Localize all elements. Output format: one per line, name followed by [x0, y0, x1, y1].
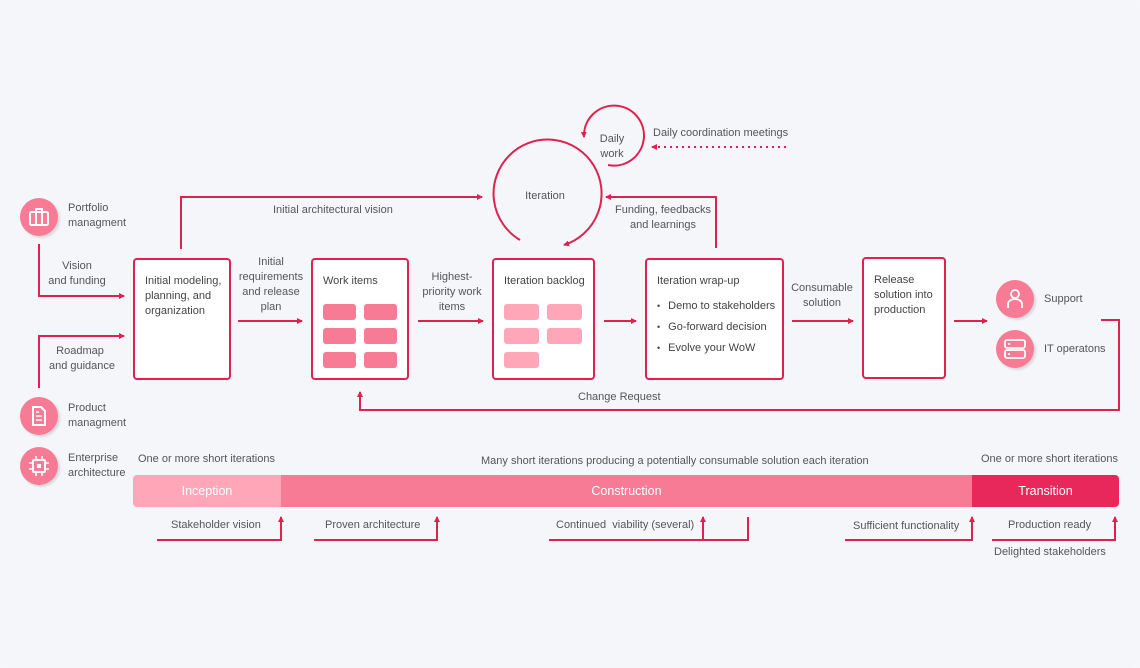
work-item [323, 328, 356, 344]
work-item [364, 328, 397, 344]
transition-note: One or more short iterations [981, 453, 1118, 465]
work-item [364, 352, 397, 368]
backlog-item [547, 304, 582, 320]
work-item [323, 304, 356, 320]
highest-label-2: priority work [422, 286, 482, 298]
release-line-1: Release [874, 274, 915, 286]
wrapup-bullet: Evolve your WoW [657, 338, 775, 359]
highest-label-3: items [438, 301, 466, 313]
product-label-1: Product [68, 402, 106, 414]
document-icon [32, 406, 46, 426]
phase-transition-label: Transition [1018, 484, 1073, 498]
init-req-label-1: Initial [258, 256, 284, 268]
change-request-label: Change Request [578, 391, 661, 403]
phase-construction-label: Construction [591, 484, 662, 498]
daily-work-label-1: Daily [599, 133, 625, 145]
backlog-item [504, 328, 539, 344]
highest-label-1: Highest- [431, 271, 473, 283]
funding-label-2: and learnings [629, 219, 697, 231]
briefcase-icon [29, 208, 49, 226]
init-req-label-3: and release [242, 286, 300, 298]
initial-modeling-line-1: Initial modeling, [145, 275, 222, 287]
wrapup-title: Iteration wrap-up [657, 275, 740, 287]
chip-icon [29, 456, 49, 476]
milestone-stakeholder-vision-label: Stakeholder vision [171, 519, 261, 531]
iteration-backlog-box: Iteration backlog [492, 258, 595, 380]
enterprise-label-1: Enterprise [68, 452, 119, 464]
backlog-item [504, 304, 539, 320]
initial-modeling-line-3: organization [145, 305, 205, 317]
phase-transition: Transition [972, 475, 1119, 507]
initial-modeling-box: Initial modeling, planning, and organiza… [133, 258, 231, 380]
backlog-item [504, 352, 539, 368]
iteration-label: Iteration [525, 190, 565, 202]
daily-coordination-label: Daily coordination meetings [653, 127, 789, 139]
support-circle [996, 280, 1034, 318]
milestone-proven-architecture-label: Proven architecture [325, 519, 421, 531]
portfolio-label-2: managment [68, 217, 127, 229]
init-req-label-2: requirements [238, 271, 304, 283]
daily-work-label-2: work [600, 148, 624, 160]
work-items-box: Work items [311, 258, 409, 380]
user-icon [1007, 289, 1023, 308]
work-items-title: Work items [323, 275, 378, 287]
initial-modeling-line-2: planning, and [145, 290, 212, 302]
server-icon [1004, 339, 1026, 359]
milestone-production-ready-label: Production ready [1008, 519, 1092, 531]
release-line-3: production [874, 304, 926, 316]
iteration-wrapup-box: Iteration wrap-up Demo to stakeholders G… [645, 258, 784, 380]
milestone-continued-viability-label: Continued viability (several) [556, 519, 695, 531]
phase-inception-label: Inception [181, 484, 233, 498]
initial-arch-vision-label: Initial architectural vision [273, 204, 393, 216]
release-box: Release solution into production [862, 257, 946, 379]
consumable-label-1: Consumable [791, 282, 853, 294]
enterprise-label-2: architecture [68, 467, 126, 479]
portfolio-circle [20, 198, 58, 236]
roadmap-label-1: Roadmap [56, 345, 104, 357]
funding-label-1: Funding, feedbacks [614, 204, 711, 216]
roadmap-label-2: and guidance [48, 360, 116, 372]
it-operations-label: IT operatons [1044, 343, 1106, 355]
backlog-item [547, 328, 582, 344]
wrapup-bullets: Demo to stakeholders Go-forward decision… [657, 296, 775, 359]
init-req-label-4: plan [260, 301, 282, 313]
milestone-sufficient-functionality-label: Sufficient functionality [853, 520, 960, 532]
product-label-2: managment [68, 417, 127, 429]
it-operations-circle [996, 330, 1034, 368]
consumable-label-2: solution [803, 297, 841, 309]
iteration-backlog-title: Iteration backlog [504, 275, 585, 287]
enterprise-circle [20, 447, 58, 485]
work-item [364, 304, 397, 320]
phase-construction: Construction [281, 475, 972, 507]
support-label: Support [1044, 293, 1083, 305]
wrapup-bullet: Demo to stakeholders [657, 296, 775, 317]
phase-inception: Inception [133, 475, 281, 507]
construction-note: Many short iterations producing a potent… [481, 455, 869, 467]
release-line-2: solution into [874, 289, 933, 301]
work-item [323, 352, 356, 368]
inception-note: One or more short iterations [138, 453, 275, 465]
wrapup-bullet: Go-forward decision [657, 317, 775, 338]
vision-funding-label-2: and funding [48, 275, 106, 287]
product-circle [20, 397, 58, 435]
milestone-delighted-stakeholders-label: Delighted stakeholders [994, 546, 1106, 558]
vision-funding-label-1: Vision [62, 260, 92, 272]
portfolio-label-1: Portfolio [68, 202, 109, 214]
